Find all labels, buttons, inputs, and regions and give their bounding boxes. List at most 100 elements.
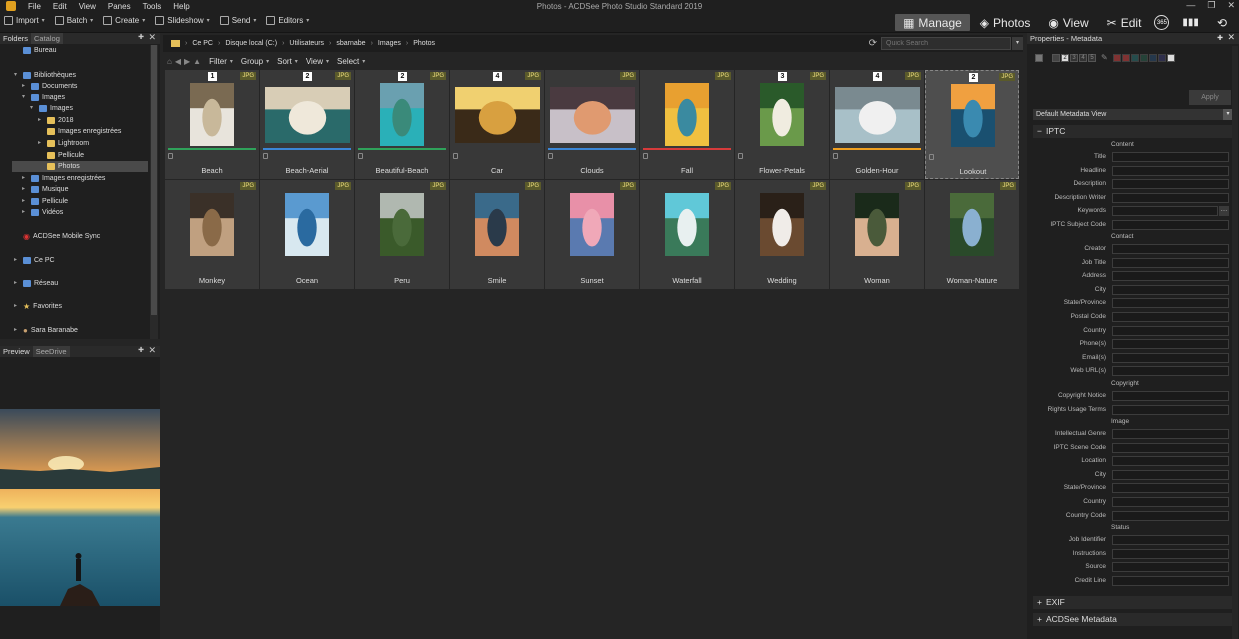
breadcrumb-item[interactable]: Utilisateurs	[289, 40, 324, 47]
expand-icon[interactable]: ▾	[22, 92, 28, 103]
field-input[interactable]	[1112, 352, 1229, 363]
thumbnail-card[interactable]: 2 JPG Beach-Aerial	[260, 70, 354, 179]
toolbar-import-button[interactable]: Import ▾	[4, 16, 45, 25]
thumbnail-card[interactable]: 3 JPG Flower-Petals	[735, 70, 829, 179]
field-input[interactable]	[1112, 271, 1229, 282]
expand-icon[interactable]: ▸	[14, 278, 20, 289]
toolbar-slideshow-button[interactable]: Slideshow ▾	[155, 16, 210, 25]
tree-item[interactable]: ▸ ● Sara Baranabe	[14, 325, 78, 336]
field-input[interactable]	[1112, 510, 1229, 521]
mode-photos[interactable]: ◈ Photos	[972, 14, 1039, 31]
thumbnail-card[interactable]: JPG Waterfall	[640, 180, 734, 289]
apply-button[interactable]: Apply	[1189, 90, 1231, 105]
expand-icon[interactable]: ▸	[38, 138, 44, 149]
refresh-icon[interactable]: ⟳	[869, 38, 877, 49]
field-input[interactable]	[1112, 391, 1229, 401]
breadcrumb-item[interactable]: sbarnabe	[336, 40, 365, 47]
tree-item[interactable]: ▸ Vidéos	[22, 207, 63, 218]
folder-tree-scrollbar[interactable]	[150, 45, 158, 339]
rating-0-icon[interactable]	[1052, 53, 1060, 62]
thumbnail-card[interactable]: 4 JPG Car	[450, 70, 544, 179]
expand-icon[interactable]: ▸	[22, 207, 28, 218]
pin-icon[interactable]: ✚	[1217, 33, 1223, 44]
more-icon[interactable]: …	[1219, 206, 1229, 217]
breadcrumb-item[interactable]: Disque local (C:)	[225, 40, 277, 47]
tab-catalog[interactable]: Catalog	[31, 33, 63, 44]
expand-icon[interactable]: ▸	[14, 301, 20, 312]
forward-icon[interactable]: ▶	[184, 57, 190, 66]
thumbnail-card[interactable]: JPG Monkey	[165, 180, 259, 289]
field-input[interactable]	[1112, 497, 1229, 507]
menu-view[interactable]: View	[73, 1, 102, 12]
menu-tools[interactable]: Tools	[137, 1, 168, 12]
expand-icon[interactable]: ▸	[22, 81, 28, 92]
mode-manage[interactable]: ▦ Manage	[895, 14, 970, 31]
acdsee-365-icon[interactable]: 365	[1154, 15, 1170, 30]
mode-edit[interactable]: ✂ Edit	[1099, 14, 1150, 31]
filter-select-menu[interactable]: Select ▾	[337, 57, 365, 66]
tree-item[interactable]: ▸ Pellicule	[22, 196, 68, 207]
tree-item[interactable]: Bureau	[14, 45, 57, 56]
menu-help[interactable]: Help	[167, 1, 195, 12]
rating-2-icon[interactable]: 2	[1061, 53, 1069, 62]
toolbar-send-button[interactable]: Send ▾	[219, 16, 256, 25]
color-label-swatch[interactable]	[1166, 53, 1175, 62]
rating-4-icon[interactable]: 4	[1079, 53, 1087, 62]
field-input[interactable]	[1112, 442, 1229, 453]
field-input[interactable]	[1112, 483, 1229, 494]
breadcrumb-item[interactable]: Ce PC	[192, 40, 213, 47]
tree-item[interactable]: ▸ Ce PC	[14, 255, 55, 266]
restore-icon[interactable]: ❐	[1207, 0, 1215, 11]
acdsee-metadata-section-header[interactable]: + ACDSee Metadata	[1033, 613, 1233, 626]
quick-search-dropdown-icon[interactable]: ▾	[1012, 37, 1023, 50]
expand-icon[interactable]: ▾	[14, 70, 20, 81]
toolbar-create-button[interactable]: Create ▾	[103, 16, 145, 25]
tab-folders[interactable]: Folders	[0, 33, 31, 44]
pencil-icon[interactable]: ✎	[1101, 53, 1108, 62]
thumbnail-card[interactable]: JPG Woman	[830, 180, 924, 289]
quick-search-input[interactable]	[881, 37, 1011, 50]
tree-item[interactable]: ▸ Réseau	[14, 278, 58, 289]
color-label-swatch[interactable]	[1112, 53, 1121, 62]
tab-preview[interactable]: Preview	[0, 346, 33, 357]
thumbnail-card[interactable]: 1 JPG Beach	[165, 70, 259, 179]
field-input[interactable]	[1112, 192, 1229, 203]
up-icon[interactable]: ▲	[193, 57, 201, 66]
properties-scrollbar[interactable]	[1232, 46, 1238, 639]
rating-5-icon[interactable]: 5	[1088, 53, 1096, 62]
field-input[interactable]	[1112, 575, 1229, 586]
thumbnail-card[interactable]: JPG Woman-Nature	[925, 180, 1019, 289]
expand-icon[interactable]: ▸	[22, 196, 28, 207]
pin-icon[interactable]: ✚	[138, 33, 144, 41]
tree-item[interactable]: ▸ Lightroom	[38, 138, 89, 149]
close-pane-icon[interactable]: ✕	[148, 32, 156, 43]
breadcrumb-item[interactable]: Images	[378, 40, 401, 47]
home-icon[interactable]: ⌂	[167, 57, 172, 66]
field-input[interactable]	[1112, 562, 1229, 573]
field-input[interactable]	[1112, 339, 1229, 350]
tree-item[interactable]: ▸ Images enregistrées	[22, 173, 105, 184]
thumbnail-card[interactable]: JPG Ocean	[260, 180, 354, 289]
field-input[interactable]	[1112, 220, 1229, 230]
thumbnail-card[interactable]: JPG Smile	[450, 180, 544, 289]
color-label-swatch[interactable]	[1157, 53, 1166, 62]
menu-panes[interactable]: Panes	[102, 1, 137, 12]
color-label-swatch[interactable]	[1148, 53, 1157, 62]
metadata-view-select[interactable]: Default Metadata View ▾	[1033, 109, 1233, 120]
color-label-swatch[interactable]	[1130, 53, 1139, 62]
field-input[interactable]	[1112, 179, 1229, 190]
field-input[interactable]	[1112, 165, 1229, 176]
tree-item[interactable]: ▸ 2018	[38, 115, 74, 126]
field-input[interactable]	[1112, 366, 1229, 377]
tree-item[interactable]: ▸ Musique	[22, 184, 68, 195]
field-input[interactable]	[1112, 404, 1229, 415]
tree-item[interactable]: ▸ ★ Favorites	[14, 301, 62, 312]
expand-icon[interactable]: ▸	[14, 255, 20, 266]
mode-view[interactable]: ◉ View	[1040, 14, 1096, 31]
rating-3-icon[interactable]: 3	[1070, 53, 1078, 62]
expand-icon[interactable]: ▸	[38, 115, 44, 126]
field-input[interactable]	[1112, 456, 1229, 467]
tree-item[interactable]: ◉ ACDSee Mobile Sync	[14, 231, 100, 242]
tab-seedrive[interactable]: SeeDrive	[32, 346, 70, 357]
filter-sort-menu[interactable]: Sort ▾	[277, 57, 298, 66]
